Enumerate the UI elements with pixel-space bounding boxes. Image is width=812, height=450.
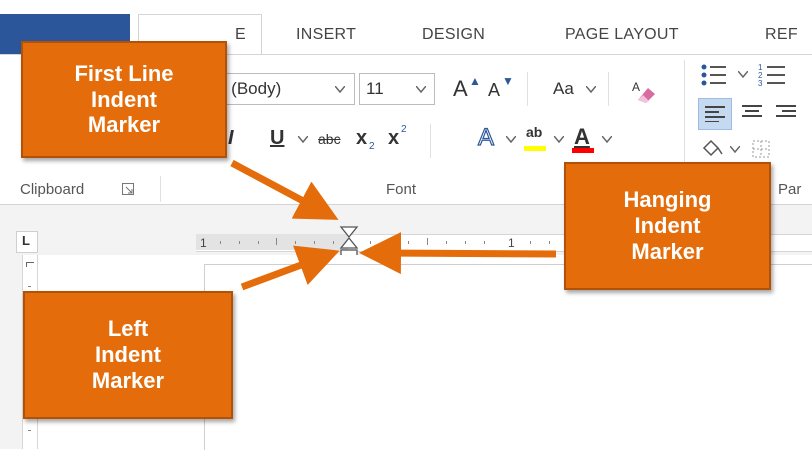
callout-line: Marker [87, 112, 161, 138]
callout-hanging-indent: Hanging Indent Marker [564, 162, 771, 290]
callout-line: Indent [634, 213, 701, 239]
first-line-arrow [230, 159, 339, 220]
callout-line: Indent [95, 342, 161, 368]
callout-line: Marker [631, 238, 704, 264]
callout-left-indent: Left Indent Marker [23, 291, 233, 419]
left-indent-arrow [240, 245, 340, 291]
callout-line: Left [107, 316, 149, 342]
callout-line: Marker [91, 367, 165, 393]
callout-line: Indent [90, 86, 157, 112]
callout-line: Hanging [623, 187, 712, 213]
hanging-arrow [359, 232, 557, 275]
callout-line: First Line [74, 60, 174, 86]
callout-first-line-indent: First Line Indent Marker [21, 41, 227, 158]
